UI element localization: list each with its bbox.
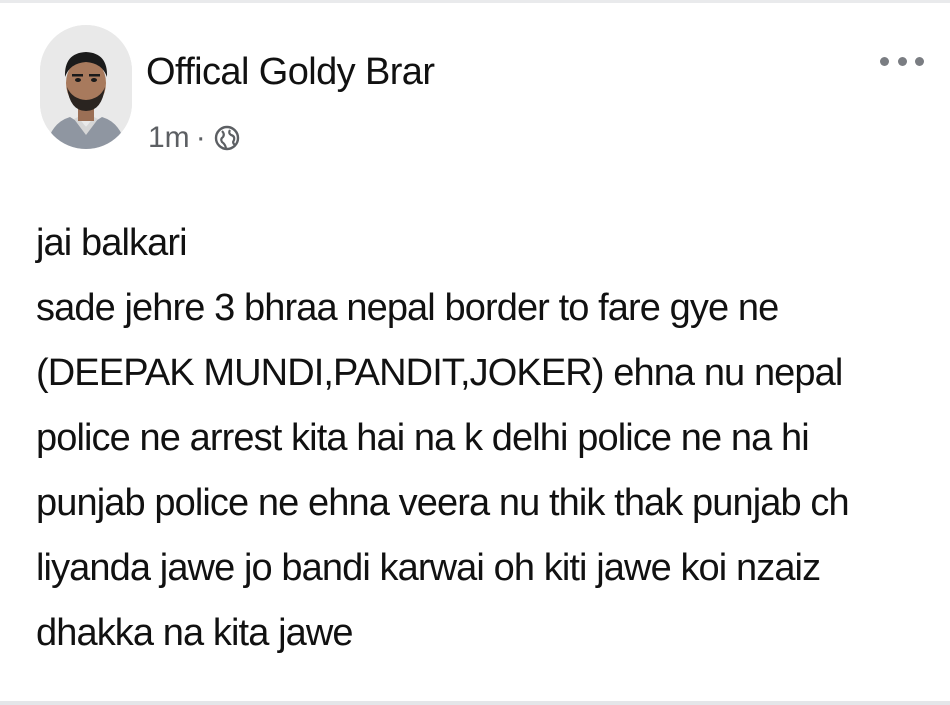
more-options-icon bbox=[897, 56, 907, 66]
more-options-button[interactable] bbox=[880, 49, 924, 73]
post-text: jai balkari sade jehre 3 bhraa nepal bor… bbox=[36, 211, 936, 666]
more-options-icon bbox=[915, 56, 924, 66]
post-header: Offical Goldy Brar 1m · bbox=[40, 25, 930, 165]
post-meta: 1m · bbox=[148, 121, 240, 155]
globe-icon bbox=[214, 125, 240, 151]
post-text-line: (DEEPAK MUNDI,PANDIT,JOKER) ehna nu nepa… bbox=[36, 352, 843, 394]
post-text-line: liyanda jawe jo bandi karwai oh kiti jaw… bbox=[36, 547, 821, 589]
post-text-line: jai balkari bbox=[36, 222, 188, 264]
post-text-line: police ne arrest kita hai na k delhi pol… bbox=[36, 417, 810, 459]
meta-separator: · bbox=[195, 121, 206, 154]
post-text-line: sade jehre 3 bhraa nepal border to fare … bbox=[36, 287, 779, 329]
post-timestamp[interactable]: 1m bbox=[148, 121, 190, 155]
avatar[interactable] bbox=[40, 25, 132, 149]
more-options-icon bbox=[880, 56, 889, 66]
post-card: Offical Goldy Brar 1m · jai balkari sade… bbox=[0, 0, 950, 705]
author-name[interactable]: Offical Goldy Brar bbox=[146, 51, 435, 94]
profile-photo-icon bbox=[40, 25, 132, 149]
post-text-line: punjab police ne ehna veera nu thik thak… bbox=[36, 482, 850, 524]
post-text-line: dhakka na kita jawe bbox=[36, 612, 354, 654]
